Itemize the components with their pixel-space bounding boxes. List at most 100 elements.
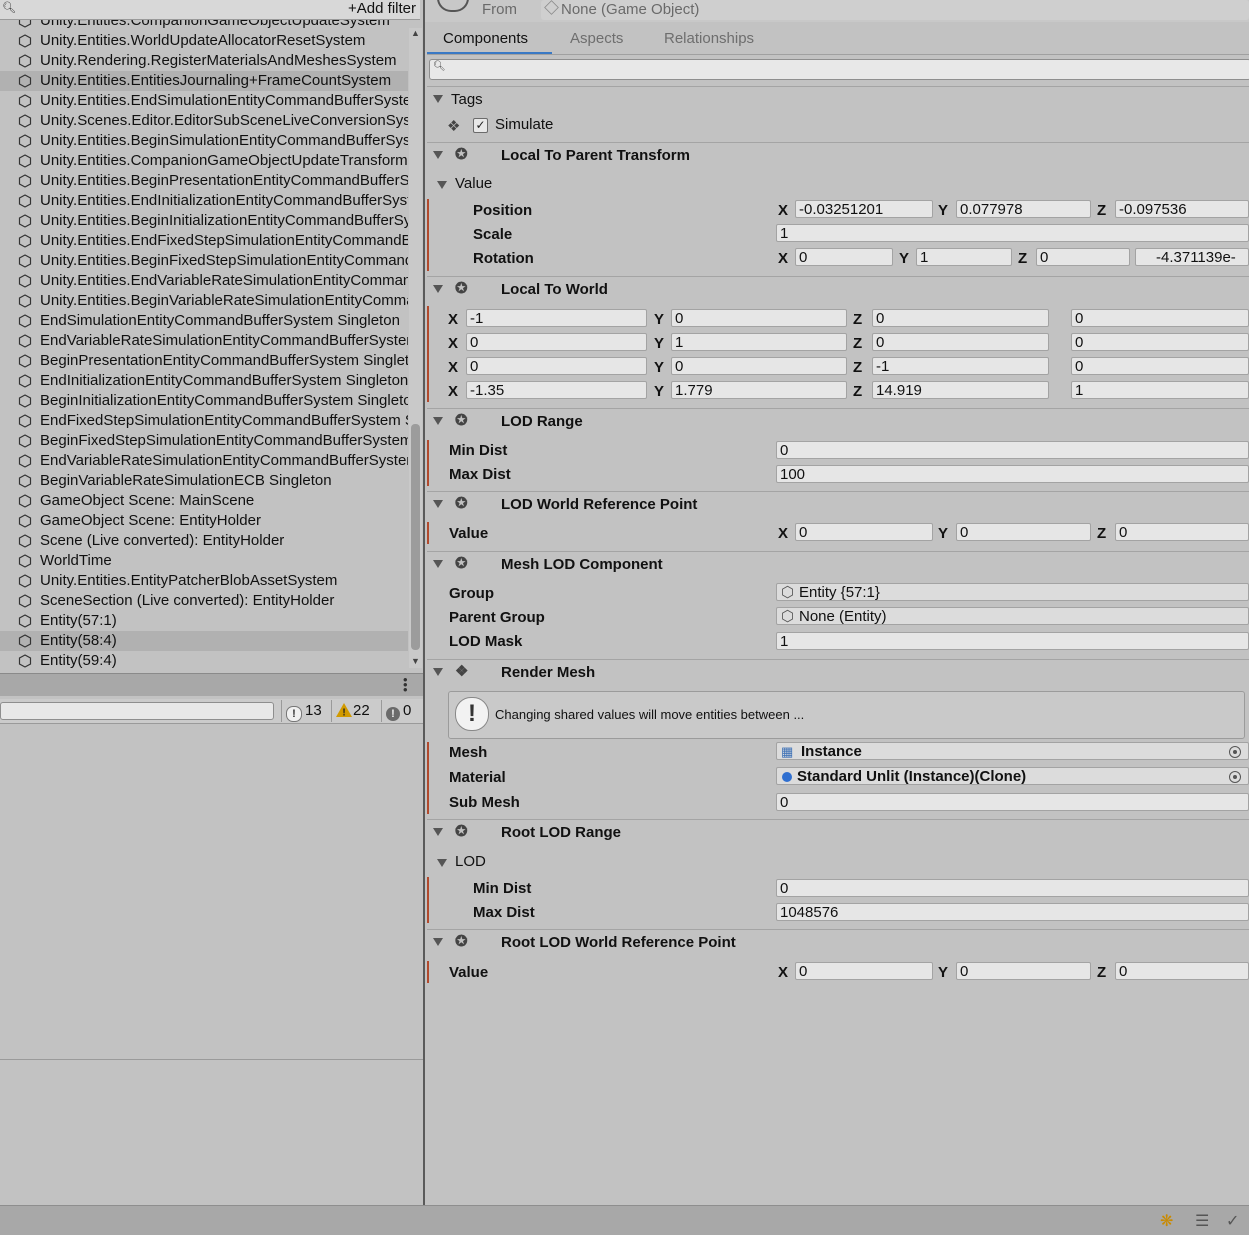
section-local-to-parent[interactable]: ✪ Local To Parent Transform bbox=[427, 142, 1249, 169]
matrix-r0-w-field[interactable]: 0 bbox=[1071, 309, 1249, 327]
matrix-r1-y-field[interactable]: 1 bbox=[671, 333, 847, 351]
root-lod-ref-y-field[interactable]: 0 bbox=[956, 962, 1091, 980]
position-z-field[interactable]: -0.097536 bbox=[1115, 200, 1249, 218]
hierarchy-item[interactable]: Unity.Entities.EntitiesJournaling+FrameC… bbox=[0, 71, 408, 91]
console-error-toggle[interactable]: ! 13 bbox=[281, 700, 328, 722]
simulate-checkbox[interactable]: ✓ bbox=[473, 118, 488, 133]
matrix-r2-z-field[interactable]: -1 bbox=[872, 357, 1049, 375]
hierarchy-item[interactable]: EndInitializationEntityCommandBufferSyst… bbox=[0, 371, 408, 391]
section-mesh-lod-component[interactable]: ✪ Mesh LOD Component bbox=[427, 551, 1249, 578]
matrix-r0-z-field[interactable]: 0 bbox=[872, 309, 1049, 327]
tab-components[interactable]: Components bbox=[427, 28, 552, 54]
hierarchy-search-bar[interactable]: 🔍︎ +Add filter bbox=[0, 0, 420, 20]
hierarchy-item[interactable]: EndFixedStepSimulationEntityCommandBuffe… bbox=[0, 411, 408, 431]
hierarchy-item[interactable]: EndSimulationEntityCommandBufferSystem S… bbox=[0, 311, 408, 331]
matrix-r1-z-field[interactable]: 0 bbox=[872, 333, 1049, 351]
rotation-w-field[interactable]: -4.371139e- bbox=[1135, 248, 1249, 266]
position-y-field[interactable]: 0.077978 bbox=[956, 200, 1091, 218]
rotation-z-field[interactable]: 0 bbox=[1036, 248, 1130, 266]
hierarchy-item[interactable]: BeginPresentationEntityCommandBufferSyst… bbox=[0, 351, 408, 371]
scale-field[interactable]: 1 bbox=[776, 224, 1249, 242]
hierarchy-item[interactable]: Entity(58:4) bbox=[0, 631, 408, 651]
component-search-input[interactable]: 🔍︎ bbox=[429, 59, 1249, 80]
matrix-r2-w-field[interactable]: 0 bbox=[1071, 357, 1249, 375]
hierarchy-item[interactable]: Unity.Entities.WorldUpdateAllocatorReset… bbox=[0, 31, 408, 51]
foldout-arrow-icon[interactable] bbox=[433, 668, 443, 676]
foldout-arrow-icon[interactable] bbox=[433, 417, 443, 425]
lod-ref-y-field[interactable]: 0 bbox=[956, 523, 1091, 541]
more-options-icon[interactable]: • • • bbox=[403, 673, 408, 696]
root-max-dist-field[interactable]: 1048576 bbox=[776, 903, 1249, 921]
hierarchy-item[interactable]: Unity.Entities.BeginPresentationEntityCo… bbox=[0, 171, 408, 191]
console-search-input[interactable] bbox=[0, 702, 274, 720]
layers-icon[interactable]: ☰ bbox=[1195, 1211, 1209, 1231]
hierarchy-item[interactable]: Entity(57:1) bbox=[0, 611, 408, 631]
hierarchy-item[interactable]: BeginFixedStepSimulationEntityCommandBuf… bbox=[0, 431, 408, 451]
root-min-dist-field[interactable]: 0 bbox=[776, 879, 1249, 897]
foldout-arrow-icon[interactable] bbox=[433, 151, 443, 159]
sub-mesh-field[interactable]: 0 bbox=[776, 793, 1249, 811]
from-object-field[interactable]: None (Game Object) bbox=[541, 0, 1249, 20]
position-x-field[interactable]: -0.03251201 bbox=[795, 200, 933, 218]
matrix-r2-x-field[interactable]: 0 bbox=[466, 357, 647, 375]
check-circle-icon[interactable]: ✓ bbox=[1226, 1211, 1239, 1231]
matrix-r0-y-field[interactable]: 0 bbox=[671, 309, 847, 327]
hierarchy-item[interactable]: Unity.Entities.EndSimulationEntityComman… bbox=[0, 91, 408, 111]
bug-icon[interactable]: ❋ bbox=[1160, 1211, 1173, 1231]
hierarchy-item[interactable]: SceneSection (Live converted): EntityHol… bbox=[0, 591, 408, 611]
root-lod-ref-x-field[interactable]: 0 bbox=[795, 962, 933, 980]
section-lod-range[interactable]: ✪ LOD Range bbox=[427, 408, 1249, 435]
lod-ref-x-field[interactable]: 0 bbox=[795, 523, 933, 541]
console-warning-toggle[interactable]: ! 22 bbox=[331, 700, 380, 722]
hierarchy-item[interactable]: Scene (Live converted): EntityHolder bbox=[0, 531, 408, 551]
matrix-r3-y-field[interactable]: 1.779 bbox=[671, 381, 847, 399]
section-local-to-world[interactable]: ✪ Local To World bbox=[427, 276, 1249, 303]
hierarchy-item[interactable]: BeginInitializationEntityCommandBufferSy… bbox=[0, 391, 408, 411]
hierarchy-item[interactable]: Unity.Entities.EntityPatcherBlobAssetSys… bbox=[0, 571, 408, 591]
hierarchy-item[interactable]: Entity(59:4) bbox=[0, 651, 408, 671]
max-dist-field[interactable]: 100 bbox=[776, 465, 1249, 483]
hierarchy-item[interactable]: EndVariableRateSimulationEntityCommandBu… bbox=[0, 451, 408, 471]
console-info-toggle[interactable]: ! 0 bbox=[381, 700, 424, 722]
foldout-arrow-icon[interactable] bbox=[437, 181, 447, 189]
hierarchy-item[interactable]: Unity.Entities.BeginFixedStepSimulationE… bbox=[0, 251, 408, 271]
lod-ref-z-field[interactable]: 0 bbox=[1115, 523, 1249, 541]
min-dist-field[interactable]: 0 bbox=[776, 441, 1249, 459]
hierarchy-item[interactable]: WorldTime bbox=[0, 551, 408, 571]
section-root-lod-world-reference-point[interactable]: ✪ Root LOD World Reference Point bbox=[427, 929, 1249, 956]
foldout-arrow-icon[interactable] bbox=[433, 95, 443, 103]
foldout-arrow-icon[interactable] bbox=[433, 560, 443, 568]
hierarchy-item[interactable]: BeginVariableRateSimulationECB Singleton bbox=[0, 471, 408, 491]
hierarchy-item[interactable]: Unity.Entities.EndFixedStepSimulationEnt… bbox=[0, 231, 408, 251]
matrix-r2-y-field[interactable]: 0 bbox=[671, 357, 847, 375]
hierarchy-item[interactable]: Unity.Entities.BeginInitializationEntity… bbox=[0, 211, 408, 231]
mesh-field[interactable]: ▦ Instance bbox=[776, 742, 1249, 760]
section-render-mesh[interactable]: ❖ Render Mesh bbox=[427, 659, 1249, 686]
hierarchy-item[interactable]: Unity.Entities.CompanionGameObjectUpdate… bbox=[0, 151, 408, 171]
add-filter-button[interactable]: +Add filter bbox=[348, 0, 416, 17]
group-field[interactable]: ⬡ Entity {57:1} bbox=[776, 583, 1249, 601]
lod-mask-field[interactable]: 1 bbox=[776, 632, 1249, 650]
hierarchy-item[interactable]: Unity.Entities.EndInitializationEntityCo… bbox=[0, 191, 408, 211]
section-root-lod-range[interactable]: ✪ Root LOD Range bbox=[427, 819, 1249, 846]
hierarchy-item[interactable]: Unity.Entities.BeginVariableRateSimulati… bbox=[0, 291, 408, 311]
hierarchy-scrollbar-thumb[interactable] bbox=[411, 424, 420, 650]
root-lod-ref-z-field[interactable]: 0 bbox=[1115, 962, 1249, 980]
parent-group-field[interactable]: ⬡ None (Entity) bbox=[776, 607, 1249, 625]
tab-relationships[interactable]: Relationships bbox=[664, 28, 754, 54]
hierarchy-item[interactable]: GameObject Scene: EntityHolder bbox=[0, 511, 408, 531]
foldout-arrow-icon[interactable] bbox=[433, 500, 443, 508]
tab-aspects[interactable]: Aspects bbox=[570, 28, 623, 54]
section-tags[interactable]: Tags bbox=[427, 86, 1249, 113]
matrix-r3-x-field[interactable]: -1.35 bbox=[466, 381, 647, 399]
object-picker-icon[interactable] bbox=[1229, 771, 1241, 783]
scroll-down-arrow-icon[interactable]: ▼ bbox=[411, 656, 420, 666]
rotation-x-field[interactable]: 0 bbox=[795, 248, 893, 266]
matrix-r1-x-field[interactable]: 0 bbox=[466, 333, 647, 351]
hierarchy-item[interactable]: Unity.Entities.BeginSimulationEntityComm… bbox=[0, 131, 408, 151]
material-field[interactable]: Standard Unlit (Instance)(Clone) bbox=[776, 767, 1249, 785]
foldout-arrow-icon[interactable] bbox=[433, 828, 443, 836]
foldout-arrow-icon[interactable] bbox=[437, 859, 447, 867]
foldout-arrow-icon[interactable] bbox=[433, 285, 443, 293]
hierarchy-item[interactable]: Unity.Entities.EndVariableRateSimulation… bbox=[0, 271, 408, 291]
